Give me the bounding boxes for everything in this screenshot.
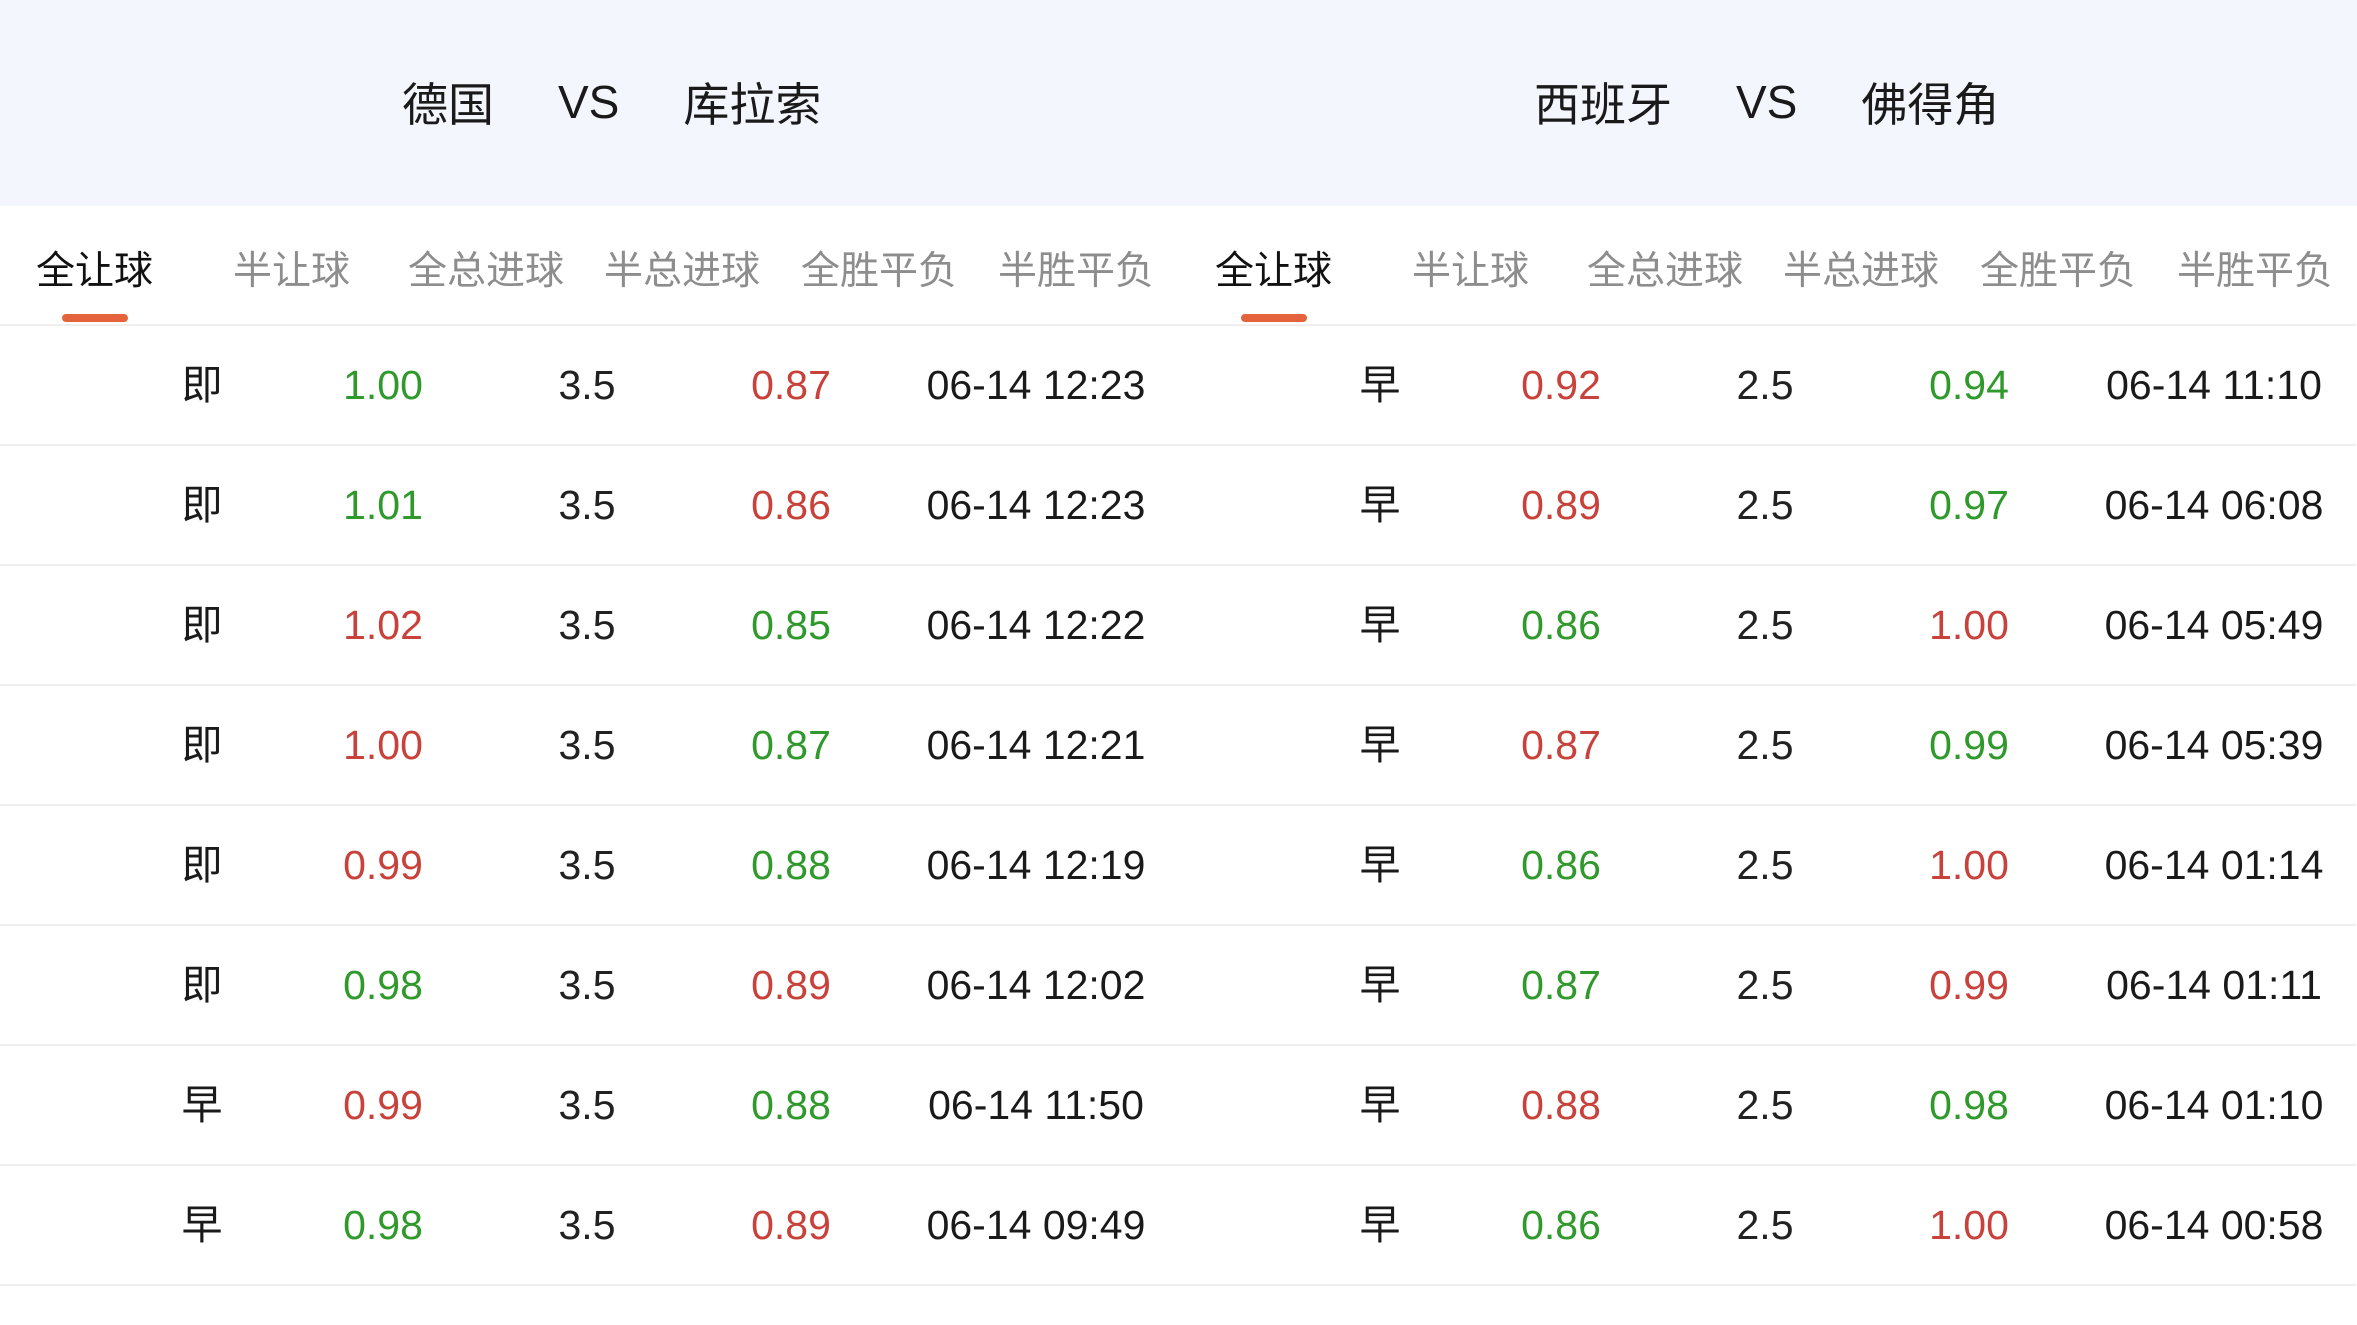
- match-header: 德国 VS 库拉索 西班牙 VS 佛得角: [0, 0, 2357, 206]
- odds-row: 早 0.86 2.5 1.00 06-14 01:14: [1178, 806, 2356, 926]
- vs-label: VS: [558, 76, 620, 128]
- tab-full-handicap[interactable]: 全让球: [1215, 240, 1332, 322]
- active-tab-indicator: [61, 314, 128, 322]
- odds-row: 即 0.98 3.5 0.89 06-14 12:02: [0, 926, 1178, 1046]
- match-title-spain-cape-verde: 西班牙 VS 佛得角: [1534, 70, 1999, 134]
- tab-full-handicap[interactable]: 全让球: [36, 240, 153, 322]
- update-time: 06-14 12:21: [926, 722, 1146, 768]
- odds-panel-right: 全让球 半让球 全总进球 半总进球 全胜平负 半胜平负 早 0.92 2.5 0.94…: [1178, 206, 2356, 1286]
- update-time: 06-14 12:22: [926, 602, 1146, 648]
- odds-row: 即 0.99 3.5 0.88 06-14 12:19: [0, 806, 1178, 926]
- odds-row: 早 0.88 2.5 0.98 06-14 01:10: [1178, 1046, 2356, 1166]
- odds-row: 即 1.00 3.5 0.87 06-14 12:23: [0, 326, 1178, 446]
- update-time: 06-14 12:23: [926, 362, 1146, 408]
- tab-half-total-goals[interactable]: 半总进球: [604, 240, 760, 300]
- odds-rows: 即 1.00 3.5 0.87 06-14 12:23 即 1.01 3.5 0.86 06-14…: [0, 326, 1178, 1286]
- odds-panel-left: 全让球 半让球 全总进球 半总进球 全胜平负 半胜平负 即 1.00 3.5 0.87…: [0, 206, 1178, 1286]
- tab-half-handicap[interactable]: 半让球: [1412, 240, 1529, 300]
- odds-row: 早 0.87 2.5 0.99 06-14 01:11: [1178, 926, 2356, 1046]
- market-tabs: 全让球 半让球 全总进球 半总进球 全胜平负 半胜平负: [1178, 206, 2356, 326]
- tab-full-win-draw-loss[interactable]: 全胜平负: [1980, 240, 2136, 300]
- update-time: 06-14 09:49: [926, 1202, 1146, 1248]
- odds-row: 早 0.99 3.5 0.88 06-14 11:50: [0, 1046, 1178, 1166]
- odds-row: 早 0.92 2.5 0.94 06-14 11:10: [1178, 326, 2356, 446]
- update-time: 06-14 00:58: [2104, 1202, 2324, 1248]
- active-tab-indicator: [1240, 314, 1307, 322]
- update-time: 06-14 06:08: [2104, 482, 2324, 528]
- tab-half-total-goals[interactable]: 半总进球: [1783, 240, 1939, 300]
- home-team-name: 德国: [402, 78, 494, 132]
- odds-row: 即 1.02 3.5 0.85 06-14 12:22: [0, 566, 1178, 686]
- home-team-name: 西班牙: [1534, 78, 1672, 132]
- market-tabs: 全让球 半让球 全总进球 半总进球 全胜平负 半胜平负: [0, 206, 1178, 326]
- vs-label: VS: [1736, 76, 1798, 128]
- match-title-germany-curacao: 德国 VS 库拉索: [402, 70, 821, 134]
- odds-row: 早 0.86 2.5 1.00 06-14 00:58: [1178, 1166, 2356, 1286]
- update-time: 06-14 01:11: [2106, 962, 2322, 1008]
- odds-row: 早 0.86 2.5 1.00 06-14 05:49: [1178, 566, 2356, 686]
- odds-row: 早 0.89 2.5 0.97 06-14 06:08: [1178, 446, 2356, 566]
- tab-full-win-draw-loss[interactable]: 全胜平负: [801, 240, 957, 300]
- odds-row: 早 0.87 2.5 0.99 06-14 05:39: [1178, 686, 2356, 806]
- update-time: 06-14 11:10: [2106, 362, 2322, 408]
- tab-half-win-draw-loss[interactable]: 半胜平负: [998, 240, 1154, 300]
- tab-full-total-goals[interactable]: 全总进球: [1587, 240, 1743, 300]
- update-time: 06-14 05:49: [2104, 602, 2324, 648]
- update-time: 06-14 12:19: [926, 842, 1146, 888]
- tab-half-win-draw-loss[interactable]: 半胜平负: [2177, 240, 2333, 300]
- odds-row: 早 0.98 3.5 0.89 06-14 09:49: [0, 1166, 1178, 1286]
- update-time: 06-14 05:39: [2104, 722, 2324, 768]
- away-team-name: 库拉索: [683, 78, 822, 132]
- odds-row: 即 1.00 3.5 0.87 06-14 12:21: [0, 686, 1178, 806]
- tab-half-handicap[interactable]: 半让球: [233, 240, 350, 300]
- odds-rows: 早 0.92 2.5 0.94 06-14 11:10 早 0.89 2.5 0.97 06-14…: [1178, 326, 2356, 1286]
- update-time: 06-14 01:14: [2104, 842, 2324, 888]
- update-time: 06-14 12:02: [926, 962, 1146, 1008]
- odds-row: 即 1.01 3.5 0.86 06-14 12:23: [0, 446, 1178, 566]
- update-time: 06-14 01:10: [2104, 1082, 2324, 1128]
- away-team-name: 佛得角: [1861, 78, 2000, 132]
- update-time: 06-14 11:50: [928, 1082, 1144, 1128]
- update-time: 06-14 12:23: [926, 482, 1146, 528]
- tab-full-total-goals[interactable]: 全总进球: [408, 240, 564, 300]
